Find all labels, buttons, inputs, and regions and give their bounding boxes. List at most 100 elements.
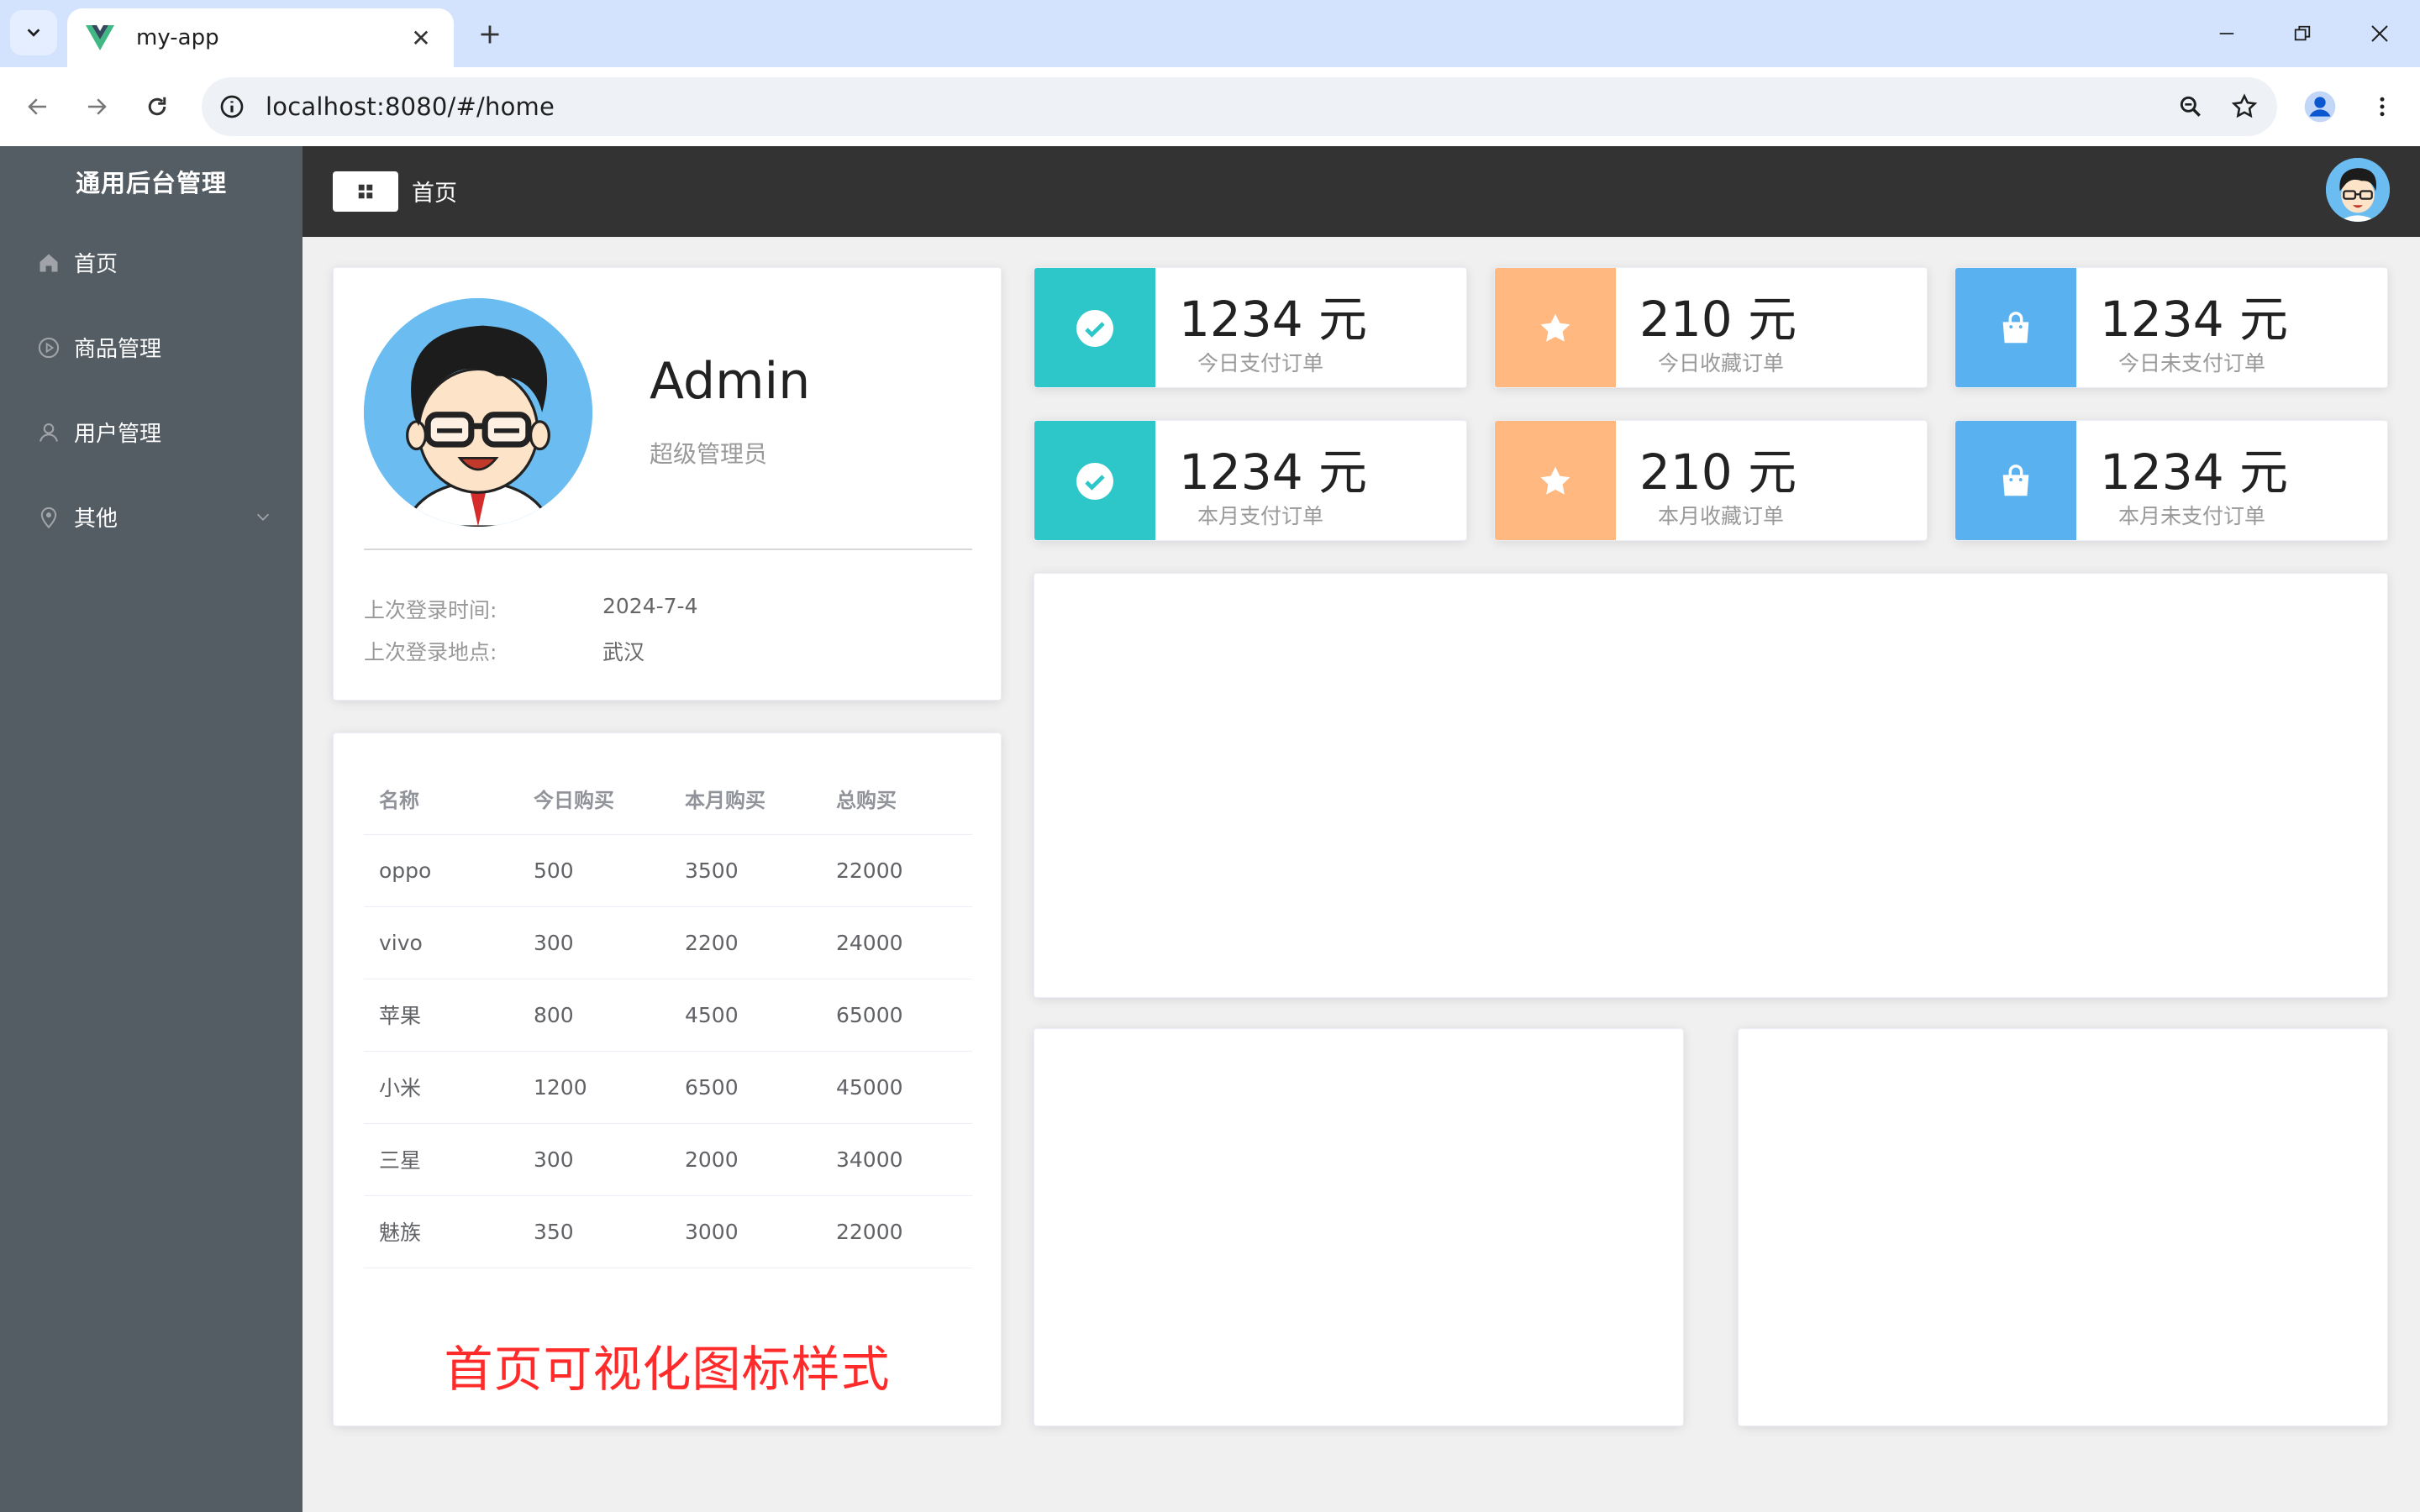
reload-button[interactable]: [136, 86, 178, 128]
success-icon: [1034, 268, 1155, 387]
restore-icon: [2294, 25, 2311, 41]
cell-month: 4500: [670, 979, 821, 1052]
new-tab-button[interactable]: [471, 15, 509, 54]
bookmark-star-icon[interactable]: [2223, 86, 2265, 128]
arrow-right-icon: [88, 98, 107, 115]
count-card-today-paid: 1234 元 今日支付订单: [1034, 267, 1467, 388]
breadcrumb[interactable]: 首页: [412, 175, 457, 207]
sidebar-item-label: 用户管理: [74, 422, 162, 447]
cell-name: 小米: [364, 1051, 518, 1124]
profile-button[interactable]: [2299, 86, 2341, 128]
cell-total: 65000: [821, 979, 972, 1052]
star-icon: [1495, 268, 1616, 387]
purchase-table: 名称 今日购买 本月购买 总购买 oppo 500 3500 22000 viv…: [364, 764, 972, 1268]
goods-bag-icon: [1955, 268, 2076, 387]
count-value: 1234 元: [2100, 291, 2289, 348]
sidebar-item-label: 首页: [74, 252, 118, 277]
tab-title: my-app: [136, 25, 219, 50]
sidebar-brand: 通用后台管理: [75, 169, 227, 197]
count-label: 今日支付订单: [1197, 351, 1324, 375]
sidebar-item-home[interactable]: 首页: [0, 220, 302, 305]
bar-chart-container: [1034, 1028, 1684, 1426]
browser-tab[interactable]: my-app ✕: [67, 8, 454, 67]
count-label: 今日收藏订单: [1658, 351, 1785, 375]
site-info-icon[interactable]: [213, 88, 250, 125]
last-login-place-label: 上次登录地点:: [364, 640, 497, 664]
count-value: 1234 元: [1179, 444, 1368, 501]
close-icon: [2371, 25, 2388, 42]
browser-menu-button[interactable]: [2361, 86, 2403, 128]
table-row: oppo 500 3500 22000: [364, 834, 972, 907]
chevron-down-icon: [27, 29, 40, 37]
cell-name: vivo: [364, 906, 518, 979]
tab-close-icon[interactable]: ✕: [407, 24, 435, 52]
table-row: 魅族 350 3000 22000: [364, 1195, 972, 1268]
table-header-row: 名称 今日购买 本月购买 总购买: [364, 764, 972, 835]
video-play-icon: [35, 334, 62, 361]
divider: [364, 549, 972, 550]
sidebar-item-users[interactable]: 用户管理: [0, 390, 302, 475]
address-bar[interactable]: localhost:8080/#/home: [202, 77, 2277, 136]
cell-month: 2200: [670, 906, 821, 979]
cell-month: 3000: [670, 1195, 821, 1268]
count-value: 1234 元: [2100, 444, 2289, 501]
purchase-table-card: 名称 今日购买 本月购买 总购买 oppo 500 3500 22000 viv…: [333, 732, 1002, 1426]
caption-overlay: 首页可视化图标样式: [444, 1341, 891, 1398]
count-value: 210 元: [1639, 291, 1797, 348]
cell-today: 300: [518, 1123, 670, 1196]
back-button[interactable]: [17, 86, 59, 128]
pie-chart-container: [1738, 1028, 2388, 1426]
cell-month: 6500: [670, 1051, 821, 1124]
user-icon: [35, 419, 62, 446]
sidebar-item-other[interactable]: 其他: [0, 475, 302, 559]
table-row: 三星 300 2000 34000: [364, 1123, 972, 1196]
count-label: 本月收藏订单: [1658, 504, 1785, 528]
user-role: 超级管理员: [650, 440, 768, 468]
last-login-place-row: 上次登录地点: 武汉: [364, 636, 644, 666]
plus-icon: [481, 25, 499, 44]
vue-logo-icon: [86, 25, 114, 50]
count-value: 210 元: [1639, 444, 1797, 501]
count-card-today-unpaid: 1234 元 今日未支付订单: [1954, 267, 2388, 388]
reload-icon: [148, 97, 166, 116]
cell-today: 350: [518, 1195, 670, 1268]
count-card-month-fav: 210 元 本月收藏订单: [1494, 420, 1928, 541]
zoom-icon[interactable]: [2170, 86, 2212, 128]
count-label: 本月未支付订单: [2118, 504, 2266, 528]
browser-tab-bar: my-app ✕: [0, 0, 2420, 67]
collapse-menu-button[interactable]: [333, 171, 398, 212]
avatar-illustration: [364, 298, 592, 527]
cell-month: 3500: [670, 834, 821, 907]
restore-button[interactable]: [2277, 13, 2328, 54]
main-content: Admin 超级管理员 上次登录时间: 2024-7-4 上次登录地点: 武汉 …: [302, 237, 2420, 1512]
count-label: 本月支付订单: [1197, 504, 1324, 528]
url-text[interactable]: localhost:8080/#/home: [266, 92, 2170, 121]
minimize-icon: [2219, 33, 2234, 34]
tab-search-button[interactable]: [10, 10, 57, 55]
cell-total: 45000: [821, 1051, 972, 1124]
user-card: Admin 超级管理员 上次登录时间: 2024-7-4 上次登录地点: 武汉: [333, 267, 1002, 701]
table-row: 苹果 800 4500 65000: [364, 979, 972, 1052]
column-header-month: 本月购买: [670, 764, 821, 835]
column-header-today: 今日购买: [518, 764, 670, 835]
cell-total: 24000: [821, 906, 972, 979]
count-label: 今日未支付订单: [2118, 351, 2266, 375]
minimize-button[interactable]: [2202, 13, 2252, 54]
column-header-total: 总购买: [821, 764, 972, 835]
goods-bag-icon: [1955, 421, 2076, 540]
sidebar-item-label: 商品管理: [74, 337, 162, 362]
cell-name: oppo: [364, 834, 518, 907]
cell-total: 22000: [821, 834, 972, 907]
avatar-illustration: [2326, 158, 2390, 222]
cell-today: 500: [518, 834, 670, 907]
line-chart-container: [1034, 573, 2388, 998]
browser-toolbar: localhost:8080/#/home: [0, 67, 2420, 146]
sidebar-item-goods[interactable]: 商品管理: [0, 305, 302, 390]
cell-name: 苹果: [364, 979, 518, 1052]
table-row: 小米 1200 6500 45000: [364, 1051, 972, 1124]
count-value: 1234 元: [1179, 291, 1368, 348]
header-avatar[interactable]: [2326, 158, 2390, 222]
forward-button[interactable]: [76, 86, 118, 128]
close-window-button[interactable]: [2354, 13, 2405, 54]
count-card-month-unpaid: 1234 元 本月未支付订单: [1954, 420, 2388, 541]
